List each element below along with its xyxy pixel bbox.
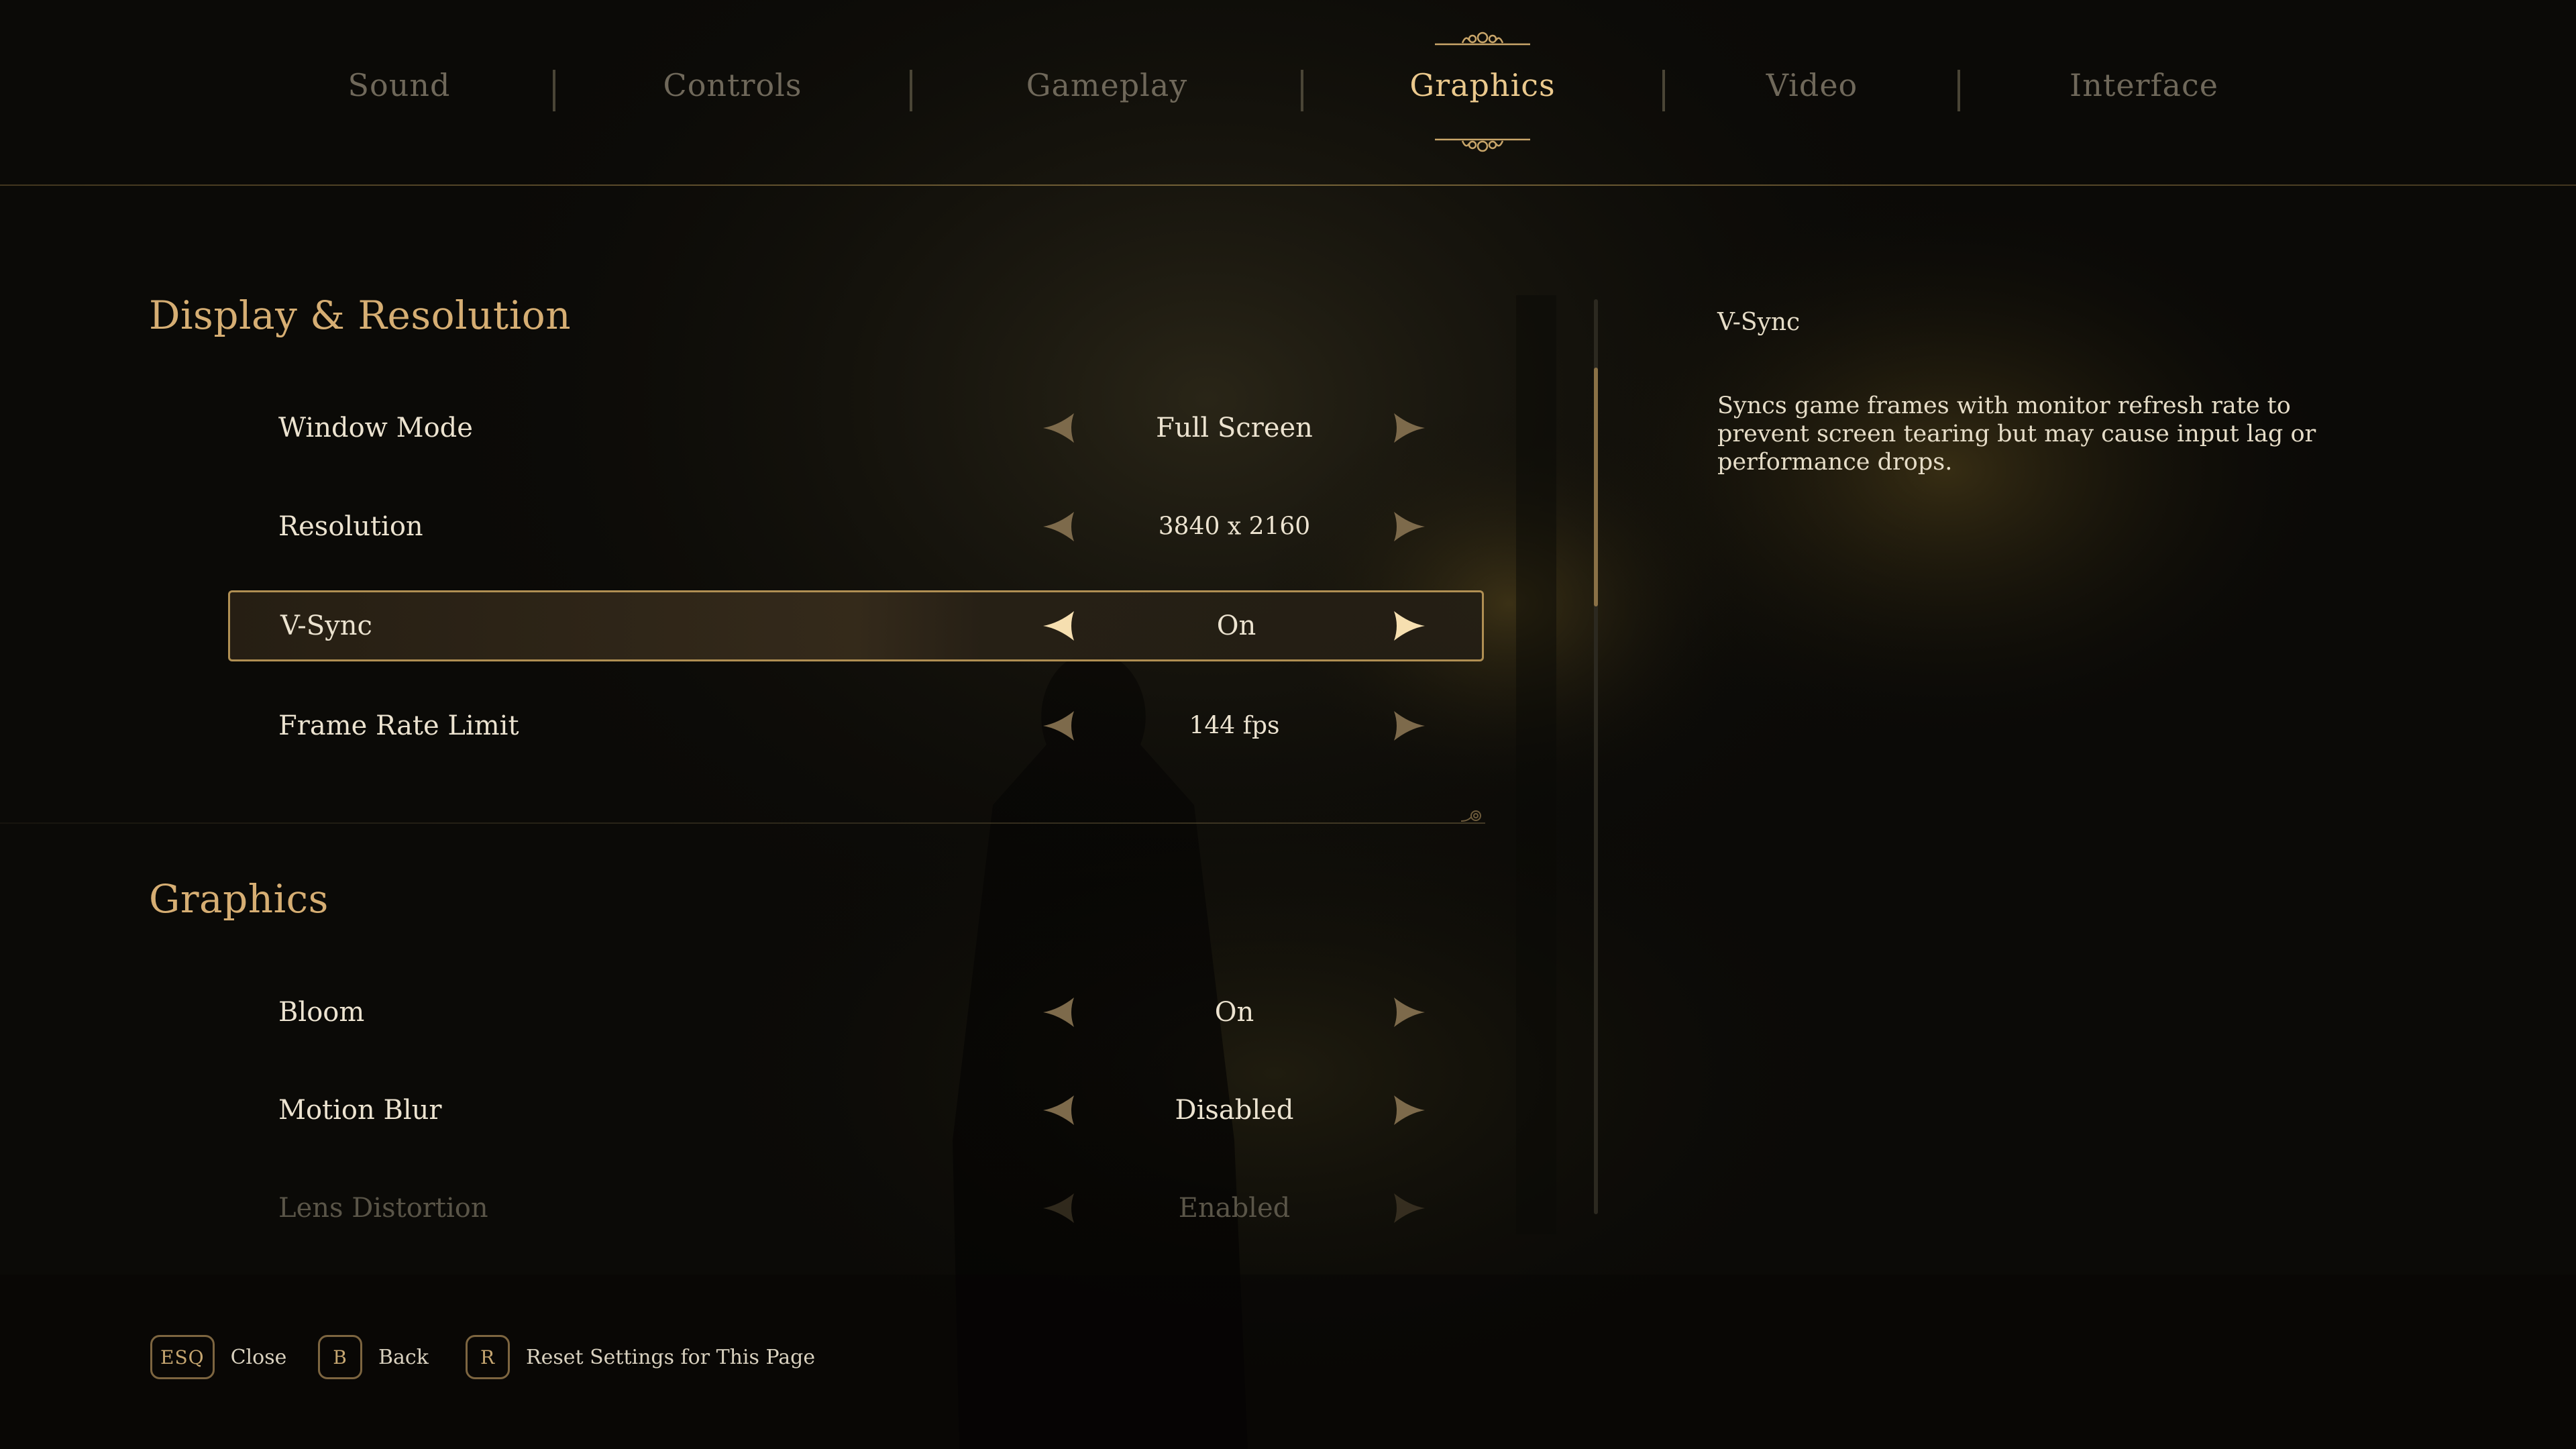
settings-tab-bar: Sound Controls Gameplay Graphics Video I…: [0, 0, 2576, 186]
setting-value: Full Screen: [1156, 413, 1313, 443]
diamond-arrow-right-icon[interactable]: [1393, 411, 1426, 445]
tab-separator: [910, 70, 912, 111]
flourish-ornament-icon: [1435, 32, 1530, 46]
setting-label: Motion Blur: [278, 1095, 442, 1126]
setting-value: On: [1214, 997, 1254, 1028]
diamond-arrow-left-icon[interactable]: [1042, 1093, 1075, 1127]
reset-hint[interactable]: R Reset Settings for This Page: [466, 1333, 815, 1381]
hint-label: Back: [378, 1345, 429, 1369]
diamond-arrow-right-icon[interactable]: [1393, 609, 1426, 643]
tab-sound[interactable]: Sound: [348, 67, 451, 103]
diamond-arrow-left-icon[interactable]: [1042, 996, 1075, 1029]
tab-separator: [1662, 70, 1665, 111]
setting-value: 144 fps: [1189, 712, 1280, 740]
key-badge-esq: ESQ: [150, 1335, 215, 1379]
diamond-arrow-left-icon[interactable]: [1042, 1191, 1075, 1225]
setting-value: On: [1216, 610, 1256, 641]
setting-label: Window Mode: [278, 413, 473, 443]
key-badge-r: R: [466, 1335, 510, 1379]
tab-graphics[interactable]: Graphics: [1409, 67, 1555, 103]
diamond-arrow-right-icon[interactable]: [1393, 1093, 1426, 1127]
setting-label: Bloom: [278, 997, 365, 1028]
diamond-arrow-right-icon[interactable]: [1393, 510, 1426, 543]
setting-frame-rate-limit[interactable]: Frame Rate Limit 144 fps: [228, 690, 1484, 761]
diamond-arrow-right-icon[interactable]: [1393, 709, 1426, 743]
setting-bloom[interactable]: Bloom On: [228, 977, 1484, 1048]
close-hint[interactable]: ESQ Close: [150, 1333, 286, 1381]
setting-lens-distortion[interactable]: Lens Distortion Enabled: [228, 1173, 1484, 1244]
setting-value: Disabled: [1175, 1095, 1294, 1126]
diamond-arrow-right-icon[interactable]: [1393, 1191, 1426, 1225]
setting-label: Frame Rate Limit: [278, 710, 519, 741]
setting-label: Lens Distortion: [278, 1193, 488, 1224]
setting-resolution[interactable]: Resolution 3840 x 2160: [228, 491, 1484, 562]
tab-controls[interactable]: Controls: [663, 67, 802, 103]
diamond-arrow-left-icon[interactable]: [1042, 709, 1075, 743]
setting-motion-blur[interactable]: Motion Blur Disabled: [228, 1075, 1484, 1146]
tab-interface[interactable]: Interface: [2070, 67, 2218, 103]
tab-separator: [553, 70, 555, 111]
diamond-arrow-right-icon[interactable]: [1393, 996, 1426, 1029]
settings-scrollbar-thumb[interactable]: [1594, 368, 1598, 606]
key-badge-b: B: [318, 1335, 362, 1379]
tab-bar-divider: [0, 184, 2576, 186]
back-hint[interactable]: B Back: [318, 1333, 429, 1381]
hint-label: Close: [230, 1345, 287, 1369]
setting-value: 3840 x 2160: [1158, 513, 1311, 541]
diamond-arrow-left-icon[interactable]: [1042, 609, 1075, 643]
tab-separator: [1957, 70, 1960, 111]
description-title: V-Sync: [1717, 309, 1801, 336]
tab-video[interactable]: Video: [1766, 67, 1858, 103]
section-title-graphics: Graphics: [149, 876, 329, 922]
section-title-display: Display & Resolution: [149, 292, 572, 338]
flourish-ornament-icon: [1435, 138, 1530, 152]
setting-label: V-Sync: [280, 610, 372, 641]
diamond-arrow-left-icon[interactable]: [1042, 411, 1075, 445]
tab-separator: [1301, 70, 1303, 111]
swirl-ornament-icon: [1460, 810, 1481, 822]
setting-v-sync[interactable]: V-Sync On: [228, 590, 1484, 661]
section-divider: [0, 822, 1485, 824]
setting-label: Resolution: [278, 511, 423, 542]
diamond-arrow-left-icon[interactable]: [1042, 510, 1075, 543]
setting-window-mode[interactable]: Window Mode Full Screen: [228, 392, 1484, 464]
description-body: Syncs game frames with monitor refresh r…: [1717, 392, 2316, 476]
setting-value: Enabled: [1178, 1193, 1291, 1224]
tab-gameplay[interactable]: Gameplay: [1026, 67, 1188, 103]
hint-label: Reset Settings for This Page: [526, 1345, 816, 1369]
